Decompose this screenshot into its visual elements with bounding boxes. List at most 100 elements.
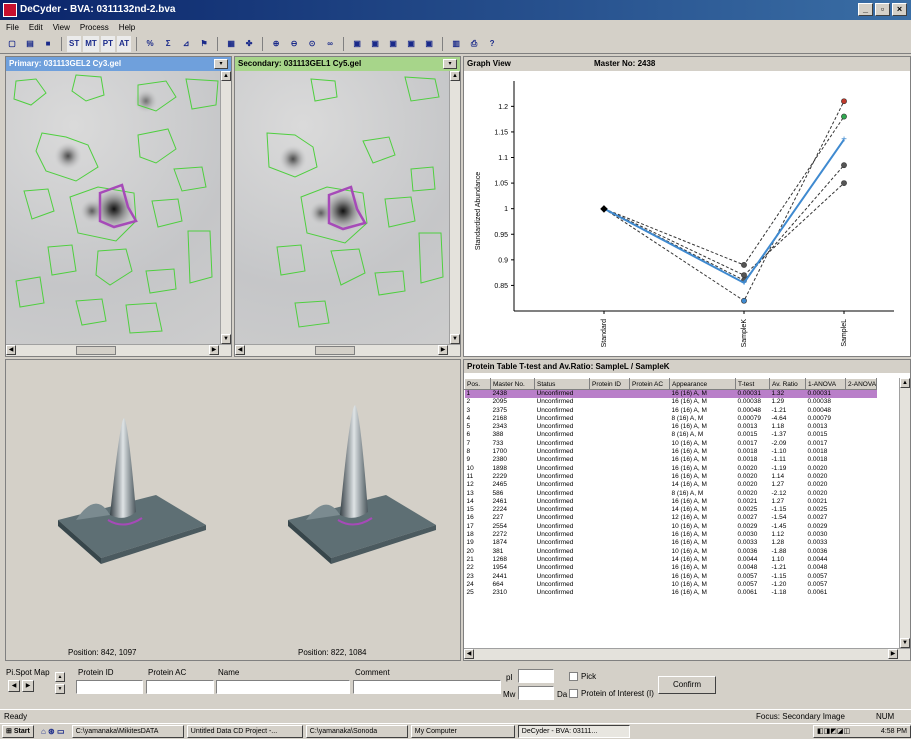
- column-header[interactable]: Pos.: [464, 378, 491, 390]
- column-header[interactable]: Master No.: [490, 378, 535, 390]
- abundance-chart[interactable]: Standardized Abundance 0.85 0.9 0.95 1 1.05 1…: [464, 71, 910, 356]
- mt-button[interactable]: MT: [83, 35, 99, 52]
- minimize-button[interactable]: _: [858, 3, 873, 16]
- name-input[interactable]: [216, 680, 350, 694]
- restore-button[interactable]: ▫: [875, 3, 890, 16]
- at-button[interactable]: AT: [117, 35, 132, 52]
- menu-process[interactable]: Process: [80, 23, 109, 32]
- column-header[interactable]: Appearance: [669, 378, 736, 390]
- table-row[interactable]: 18 2272 Unconfirmed 16 (16) A, M 0.0030 1.12 0…: [465, 531, 877, 539]
- table-icon[interactable]: ▥: [448, 36, 464, 52]
- column-header[interactable]: T-test: [735, 378, 770, 390]
- menu-help[interactable]: Help: [119, 23, 135, 32]
- table-row[interactable]: 9 2380 Unconfirmed 16 (16) A, M 0.0018 -1.11 0…: [465, 456, 877, 464]
- protein-of-interest-checkbox[interactable]: [569, 689, 578, 698]
- table-vertical-scrollbar[interactable]: ▲ ▼: [899, 378, 910, 648]
- filter-icon[interactable]: %: [142, 36, 158, 52]
- link-icon[interactable]: ∞: [322, 36, 338, 52]
- scroll-down-icon[interactable]: ▼: [221, 334, 231, 344]
- table-row[interactable]: 4 2168 Unconfirmed 8 (16) A, M 0.00079 -4.64 0…: [465, 415, 877, 423]
- table-row[interactable]: 13 586 Unconfirmed 8 (16) A, M 0.0020 -2.12 0.…: [465, 490, 877, 498]
- column-header[interactable]: 1-ANOVA: [805, 378, 846, 390]
- table-row[interactable]: 24 664 Unconfirmed 10 (16) A, M 0.0057 -1.20 0…: [465, 581, 877, 589]
- pt-button[interactable]: PT: [100, 35, 116, 52]
- table-row[interactable]: 16 227 Unconfirmed 12 (16) A, M 0.0027 -1.54 0…: [465, 514, 877, 522]
- chart-icon[interactable]: ⊿: [178, 36, 194, 52]
- zoom-icon[interactable]: ⊙: [304, 36, 320, 52]
- table-row[interactable]: 5 2343 Unconfirmed 16 (16) A, M 0.0013 1.18 0.…: [465, 423, 877, 431]
- confirm-button[interactable]: Confirm: [658, 676, 716, 694]
- layout4-icon[interactable]: ▣: [403, 36, 419, 52]
- st-button[interactable]: ST: [67, 35, 82, 52]
- zoom-in-icon[interactable]: ⊕: [268, 36, 284, 52]
- scroll-up-icon[interactable]: ▲: [450, 71, 460, 81]
- new-icon[interactable]: ▢: [4, 36, 20, 52]
- task-cd-project[interactable]: Untitled Data CD Project -...: [186, 725, 303, 738]
- column-header[interactable]: Protein AC: [629, 378, 670, 390]
- spot-icon[interactable]: ✤: [241, 36, 257, 52]
- series-line[interactable]: [603, 101, 845, 302]
- scroll-right-icon[interactable]: ▶: [888, 649, 898, 659]
- quick-launch-icon[interactable]: ⌂ ⊛ ▭: [37, 724, 69, 739]
- table-row[interactable]: 23 2441 Unconfirmed 16 (16) A, M 0.0057 -1.15…: [465, 573, 877, 581]
- mw-input[interactable]: [518, 686, 554, 700]
- scroll-right-icon[interactable]: ▶: [438, 345, 448, 355]
- table-row[interactable]: 21 1268 Unconfirmed 14 (16) A, M 0.0044 1.10 0…: [465, 556, 877, 564]
- sum-icon[interactable]: Σ: [160, 36, 176, 52]
- column-header[interactable]: 2-ANOVA: [844, 378, 878, 390]
- menu-edit[interactable]: Edit: [29, 23, 43, 32]
- spot-map-right-icon[interactable]: ▶: [22, 680, 34, 692]
- series-line[interactable]: [603, 164, 845, 281]
- task-decyder[interactable]: DeCyder - BVA: 03111...: [517, 725, 630, 738]
- pick-checkbox[interactable]: [569, 672, 578, 681]
- scroll-down-icon[interactable]: ▼: [450, 334, 460, 344]
- protein-id-input[interactable]: [76, 680, 143, 694]
- series-line[interactable]: [603, 139, 845, 285]
- menu-file[interactable]: File: [6, 23, 19, 32]
- pi-input[interactable]: [518, 669, 554, 683]
- table-horizontal-scrollbar[interactable]: ◀ ▶: [464, 648, 910, 660]
- task-mikites-data[interactable]: C:\yamanaka\MikitesDATA: [71, 725, 184, 738]
- spot-map-up-icon[interactable]: ▲: [55, 672, 65, 682]
- scroll-down-icon[interactable]: ▼: [900, 638, 910, 648]
- table-row[interactable]: 3 2375 Unconfirmed 16 (16) A, M 0.00048 -1.21…: [465, 407, 877, 415]
- layout5-icon[interactable]: ▣: [421, 36, 437, 52]
- table-row[interactable]: 12 2465 Unconfirmed 14 (16) A, M 0.0020 1.27 0…: [465, 481, 877, 489]
- table-row[interactable]: 2 2095 Unconfirmed 16 (16) A, M 0.00038 1.29 0…: [465, 398, 877, 406]
- table-row[interactable]: 20 381 Unconfirmed 10 (16) A, M 0.0036 -1.88 0…: [465, 548, 877, 556]
- flag-icon[interactable]: ⚑: [196, 36, 212, 52]
- column-header[interactable]: Av. Ratio: [769, 378, 806, 390]
- column-header[interactable]: Status: [534, 378, 590, 390]
- table-row[interactable]: 10 1898 Unconfirmed 16 (16) A, M 0.0020 -1.19…: [465, 465, 877, 473]
- spot-map-left-icon[interactable]: ◀: [8, 680, 20, 692]
- scroll-up-icon[interactable]: ▲: [221, 71, 231, 81]
- layout1-icon[interactable]: ▣: [349, 36, 365, 52]
- scroll-left-icon[interactable]: ◀: [6, 345, 16, 355]
- column-header[interactable]: Protein ID: [589, 378, 630, 390]
- layout2-icon[interactable]: ▣: [367, 36, 383, 52]
- table-row[interactable]: 7 733 Unconfirmed 10 (16) A, M 0.0017 -2.09 0.…: [465, 440, 877, 448]
- comment-input[interactable]: [353, 680, 501, 694]
- table-row[interactable]: 22 1954 Unconfirmed 16 (16) A, M 0.0048 -1.21…: [465, 564, 877, 572]
- spot-map-down-icon[interactable]: ▼: [55, 684, 65, 694]
- open-icon[interactable]: ▤: [22, 36, 38, 52]
- table-row[interactable]: 6 388 Unconfirmed 8 (16) A, M 0.0015 -1.37 0.0…: [465, 431, 877, 439]
- layout3-icon[interactable]: ▣: [385, 36, 401, 52]
- table-row[interactable]: 1 2438 Unconfirmed 16 (16) A, M 0.00031 1.32 0…: [464, 389, 877, 399]
- primary-dropdown-icon[interactable]: ▾: [214, 59, 228, 69]
- table-row[interactable]: 8 1700 Unconfirmed 16 (16) A, M 0.0018 -1.10 0…: [465, 448, 877, 456]
- start-button[interactable]: ⊞ Start: [2, 725, 34, 738]
- protein-table-scroll[interactable]: Pos. Master No. Status Protein ID Protein AC…: [464, 378, 898, 648]
- help-icon[interactable]: ?: [484, 36, 500, 52]
- protein-ac-input[interactable]: [146, 680, 214, 694]
- scroll-right-icon[interactable]: ▶: [209, 345, 219, 355]
- scroll-left-icon[interactable]: ◀: [235, 345, 245, 355]
- secondary-gel-image[interactable]: [235, 71, 460, 344]
- table-row[interactable]: 19 1874 Unconfirmed 16 (16) A, M 0.0033 1.28 0…: [465, 539, 877, 547]
- secondary-dropdown-icon[interactable]: ▾: [443, 59, 457, 69]
- table-row[interactable]: 11 2229 Unconfirmed 16 (16) A, M 0.0020 1.14 0…: [465, 473, 877, 481]
- primary-horizontal-scrollbar[interactable]: ◀ ▶: [6, 344, 231, 356]
- scroll-up-icon[interactable]: ▲: [900, 378, 910, 388]
- menu-view[interactable]: View: [53, 23, 70, 32]
- table-row[interactable]: 25 2310 Unconfirmed 16 (16) A, M 0.0061 -1.18…: [465, 589, 877, 597]
